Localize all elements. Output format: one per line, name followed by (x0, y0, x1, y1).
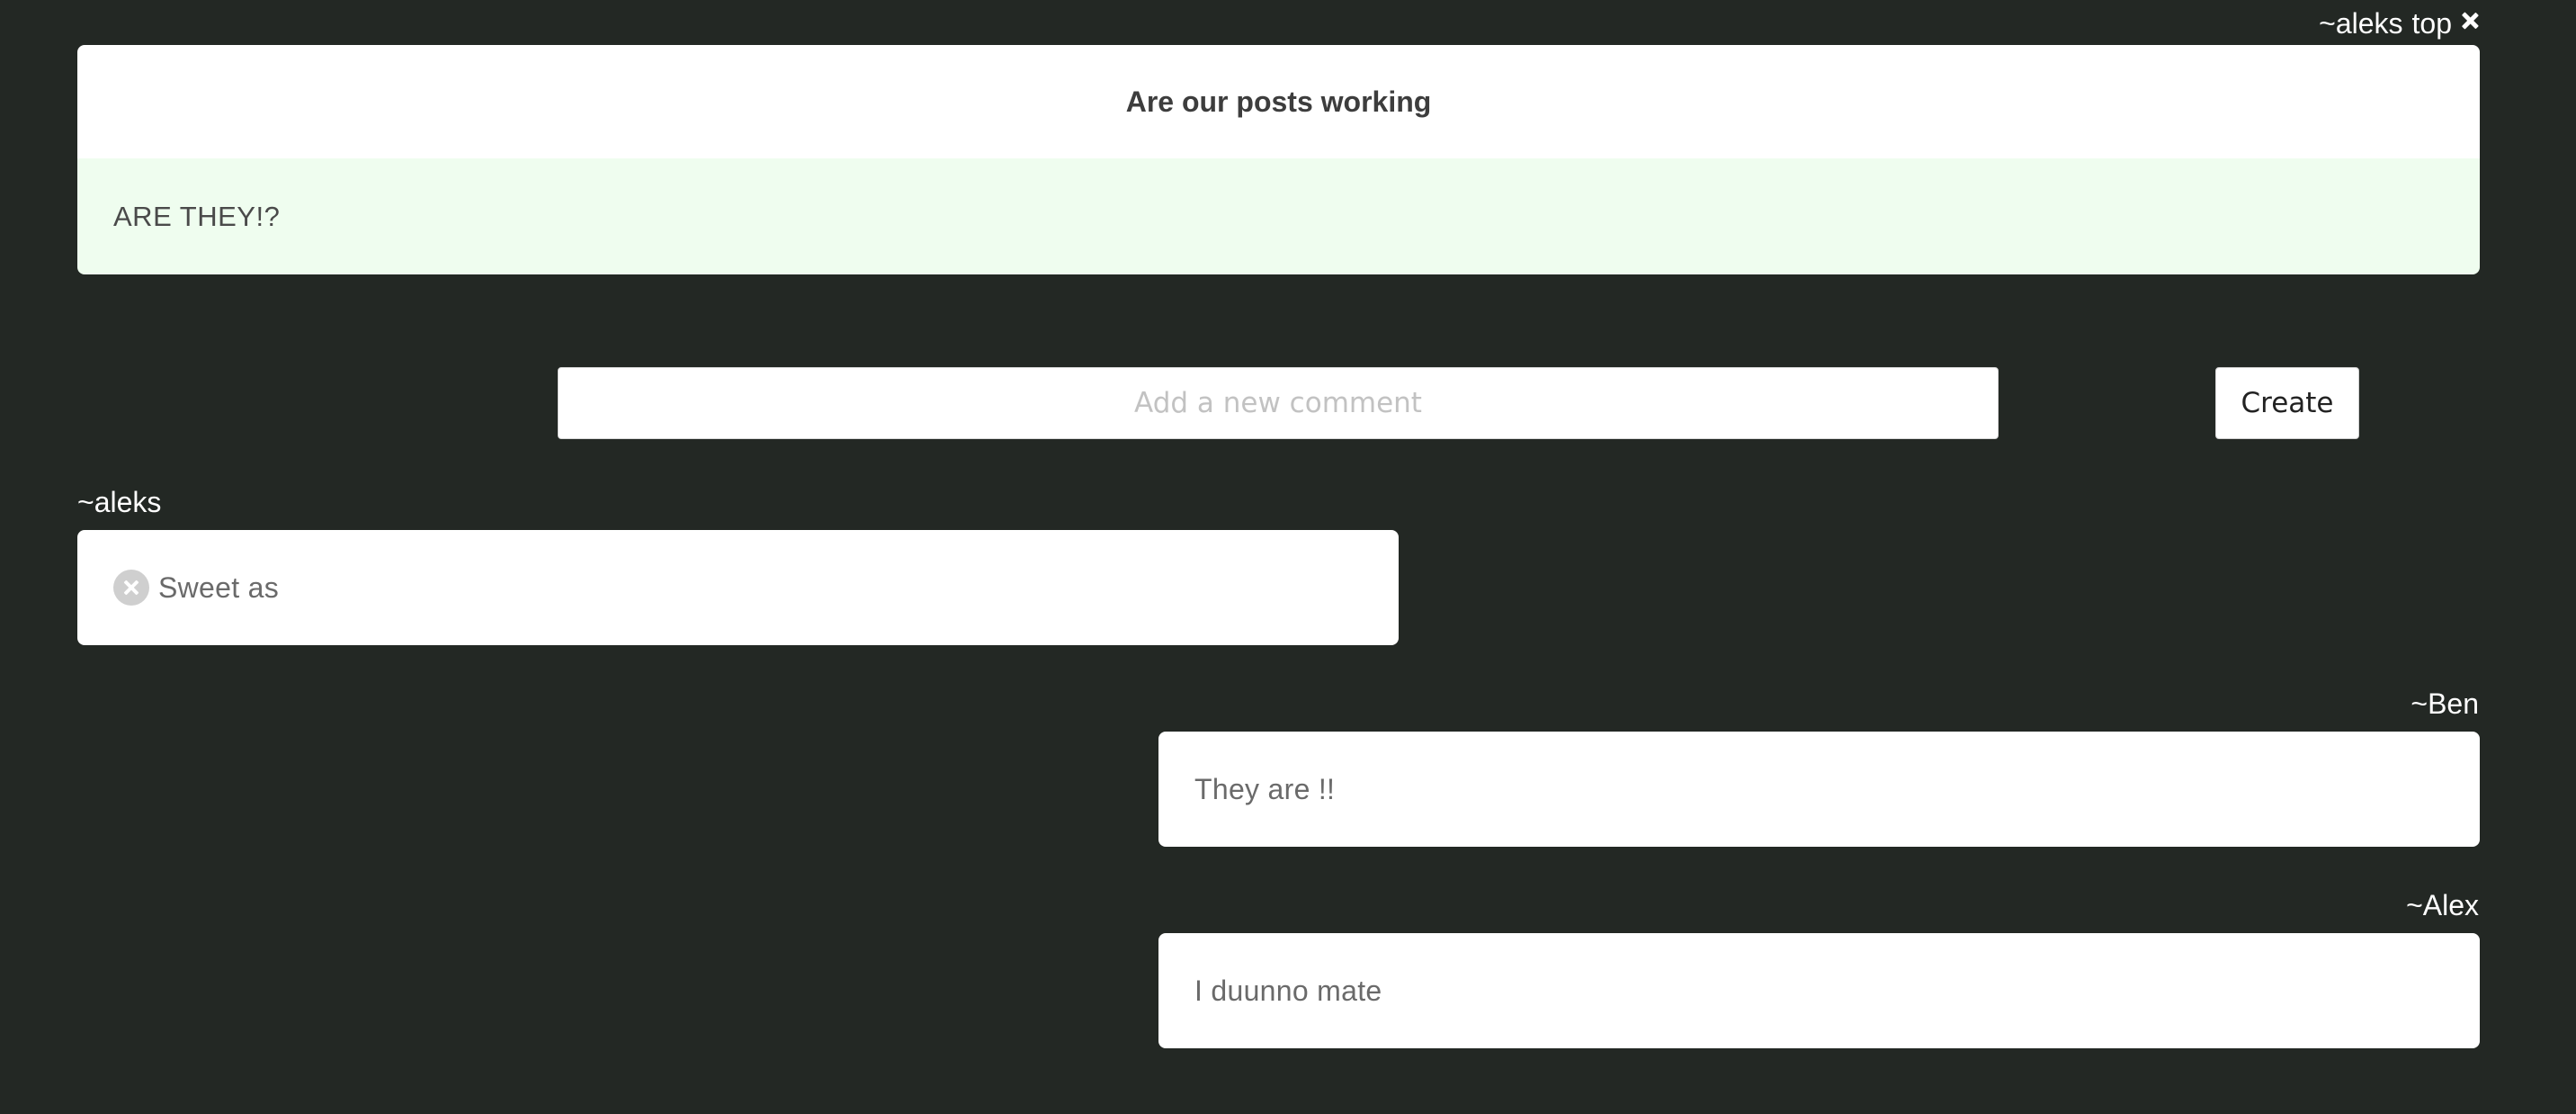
comment-input[interactable] (558, 367, 1999, 439)
comment-author: ~Alex (2406, 889, 2479, 921)
post-body: ARE THEY!? (77, 158, 2480, 274)
comment-text: Sweet as (158, 570, 280, 604)
comment-card: I duunno mate (1158, 933, 2480, 1048)
comment-text: They are !! (1194, 772, 1336, 805)
post-placement: top (2411, 6, 2452, 40)
post-card: Are our posts working ARE THEY!? (77, 45, 2480, 274)
comment-author: ~aleks (77, 486, 162, 518)
close-icon[interactable] (2461, 12, 2479, 30)
post-title: Are our posts working (77, 45, 2480, 158)
comment-card: They are !! (1158, 732, 2480, 847)
comment-card: Sweet as (77, 530, 1399, 645)
create-button[interactable]: Create (2215, 367, 2359, 439)
comment-author: ~Ben (2411, 687, 2479, 720)
comment-text: I duunno mate (1194, 974, 1382, 1007)
delete-circle-icon[interactable] (113, 570, 149, 606)
post-header: ~aleks top (2319, 5, 2479, 41)
post-author: ~aleks (2319, 6, 2403, 40)
